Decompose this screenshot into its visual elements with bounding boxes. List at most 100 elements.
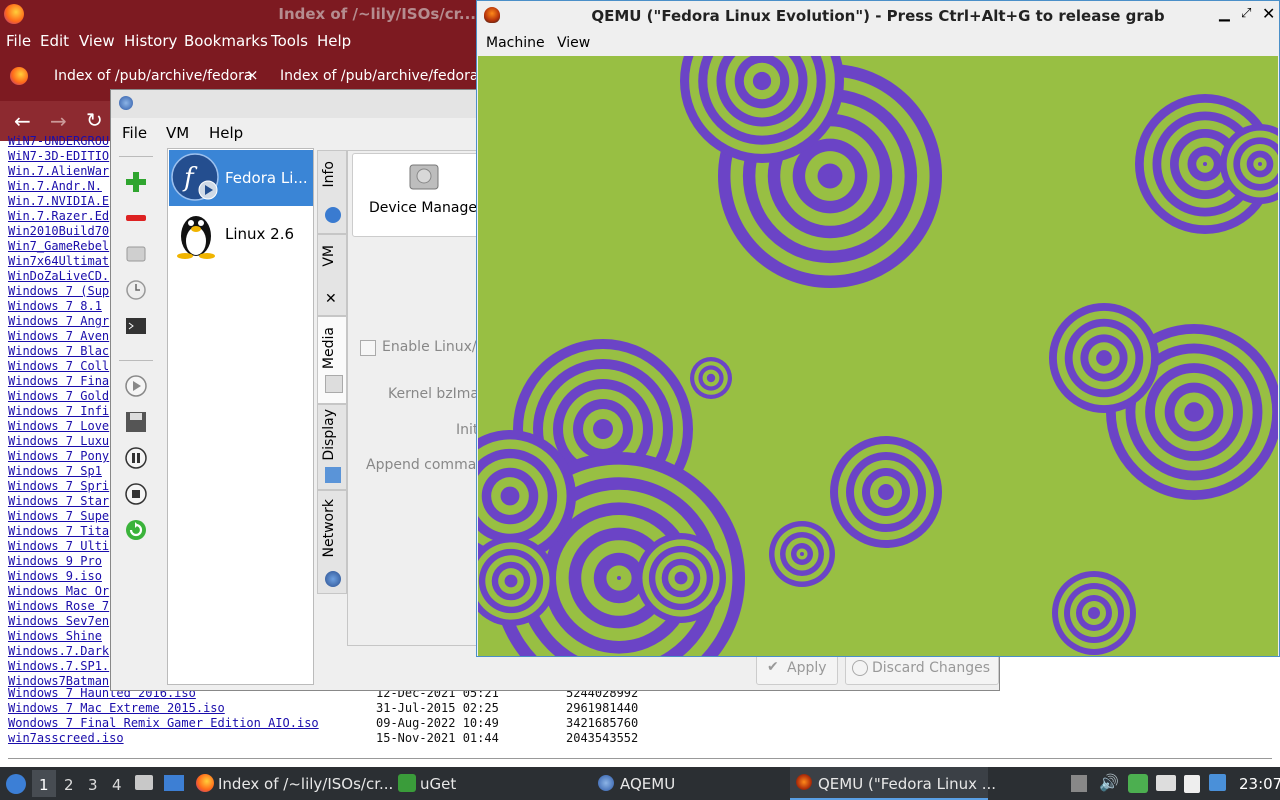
back-icon[interactable]: ← [14,109,31,133]
file-link[interactable]: Windows 7 Coll [8,359,109,373]
listing-row[interactable]: Windows 7 Angr [8,314,109,329]
tab-vm[interactable]: VM ✕ [317,234,347,316]
network-tray-icon[interactable] [1156,775,1176,791]
listing-row[interactable]: Win7_GameRebel [8,239,109,254]
listing-row[interactable]: Windows Shine [8,629,102,644]
file-link[interactable]: Windows Shine [8,629,102,643]
file-link[interactable]: WiN7-UNDERGROU [8,134,109,148]
tab-fedora-archive-1[interactable]: Index of /pub/archive/fedora × [44,63,264,91]
add-vm-button[interactable] [124,170,148,194]
file-link[interactable]: Windows 7 Angr [8,314,109,328]
listing-row[interactable]: Windows.7.SP1. [8,659,109,674]
listing-row[interactable]: Win2010Build70 [8,224,109,239]
terminal-button[interactable] [124,314,148,338]
listing-row[interactable]: Windows 7 Star [8,494,109,509]
file-link[interactable]: Windows 7 Love [8,419,109,433]
maximize-icon[interactable]: ⤢ [1241,6,1251,21]
workspace-3[interactable]: 3 [88,776,98,794]
menu-help[interactable]: Help [317,32,351,50]
aq-menu-file[interactable]: File [122,124,147,142]
file-link[interactable]: Windows.7.Dark [8,644,109,658]
start-menu-icon[interactable] [6,774,26,794]
file-link[interactable]: Windows 9 Pro [8,554,102,568]
show-desktop-icon[interactable] [164,775,184,791]
file-link[interactable]: Windows 7 Aven [8,329,109,343]
listing-row[interactable]: Wondows 7 Final Remix Gamer Edition AIO.… [8,716,319,731]
listing-row[interactable]: Windows 7 Coll [8,359,109,374]
tab-fedora-archive-2[interactable]: Index of /pub/archive/fedora [270,63,476,91]
tab-info[interactable]: Info [317,150,347,234]
file-link[interactable]: Windows 7 Pony [8,449,109,463]
listing-row[interactable]: Windows 9 Pro [8,554,102,569]
listing-row[interactable]: Win.7.Andr.N. [8,179,102,194]
firefox-view-icon[interactable] [10,67,28,85]
listing-row[interactable]: Windows.7.Dark [8,644,109,659]
file-link[interactable]: Win2010Build70 [8,224,109,238]
qemu-menu-machine[interactable]: Machine [486,35,545,51]
listing-row[interactable]: Windows 7 8.1 [8,299,102,314]
listing-row[interactable]: Windows 7 Spri [8,479,109,494]
file-link[interactable]: Windows 7 Luxu [8,434,109,448]
reset-vm-button[interactable] [124,518,148,542]
file-link[interactable]: Windows 7 Star [8,494,109,508]
listing-row[interactable]: Windows 7 Love [8,419,109,434]
listing-row[interactable]: Windows 7 Sp1 [8,464,102,479]
file-link[interactable]: Windows 9.iso [8,569,102,583]
uget-tray-icon[interactable] [1128,774,1148,793]
tab-network[interactable]: Network [317,490,347,594]
menu-edit[interactable]: Edit [40,32,69,50]
listing-row[interactable]: Windows 7 Gold [8,389,109,404]
workspace-4[interactable]: 4 [112,776,122,794]
listing-row[interactable]: Windows Rose 7 [8,599,109,614]
vm-settings-button[interactable] [124,242,148,266]
tab-media[interactable]: Media [317,316,347,404]
workspace-2[interactable]: 2 [64,776,74,794]
file-link[interactable]: Windows 7 Mac Extreme 2015.iso [8,701,225,715]
update-tray-icon[interactable] [1209,774,1226,791]
apply-button[interactable]: ✔ Apply [756,653,838,685]
file-link[interactable]: Windows 7 8.1 [8,299,102,313]
file-link[interactable]: Windows 7 Sp1 [8,464,102,478]
file-link[interactable]: Windows 7 Spri [8,479,109,493]
vm-item-linux[interactable]: Linux 2.6 [169,206,313,262]
listing-row[interactable]: Windows 7 Infi [8,404,109,419]
minimize-icon[interactable]: ▁ [1219,6,1230,22]
listing-row[interactable]: Win.7.NVIDIA.E [8,194,109,209]
menu-history[interactable]: History [124,32,177,50]
file-link[interactable]: Win.7.Razer.Ed [8,209,109,223]
listing-row[interactable]: Windows 7 (Sup [8,284,109,299]
listing-row[interactable]: Windows 7 Blac [8,344,109,359]
device-manager-button[interactable]: Device Manager [352,153,494,237]
listing-row[interactable]: Win.7.AlienWar [8,164,109,179]
listing-row[interactable]: Windows Sev7en [8,614,109,629]
file-link[interactable]: Windows 7 Gold [8,389,109,403]
file-manager-icon[interactable] [135,775,153,790]
listing-row[interactable]: WinDoZaLiveCD. [8,269,109,284]
start-vm-button[interactable] [124,374,148,398]
task-qemu[interactable]: QEMU ("Fedora Linux ... [790,767,996,800]
listing-row[interactable]: win7asscreed.iso [8,731,124,746]
listing-row[interactable]: WiN7-UNDERGROU [8,134,109,149]
listing-row[interactable]: Windows 7 Pony [8,449,109,464]
tab-close-icon[interactable]: × [246,66,259,84]
listing-row[interactable]: Windows 7 Supe [8,509,109,524]
clipboard-icon[interactable] [1071,775,1087,792]
file-link[interactable]: Windows Sev7en [8,614,109,628]
file-link[interactable]: Windows Mac Or [8,584,109,598]
file-link[interactable]: Windows 7 Supe [8,509,109,523]
file-link[interactable]: Windows 7 Fina [8,374,109,388]
listing-row[interactable]: Windows 7 Tita [8,524,109,539]
snapshot-button[interactable] [124,278,148,302]
notes-tray-icon[interactable] [1184,775,1200,793]
aq-menu-help[interactable]: Help [209,124,243,142]
workspace-1[interactable]: 1 [39,776,49,794]
menu-bookmarks[interactable]: Bookmarks [184,32,268,50]
file-link[interactable]: Windows 7 (Sup [8,284,109,298]
task-uget[interactable]: uGet [396,767,576,800]
listing-row[interactable]: Windows 7 Aven [8,329,109,344]
file-link[interactable]: Windows.7.SP1. [8,659,109,673]
file-link[interactable]: Windows 7 Tita [8,524,109,538]
reload-icon[interactable]: ↻ [86,108,103,132]
file-link[interactable]: WiN7-3D-EDITIO [8,149,109,163]
qemu-menu-view[interactable]: View [557,35,590,51]
